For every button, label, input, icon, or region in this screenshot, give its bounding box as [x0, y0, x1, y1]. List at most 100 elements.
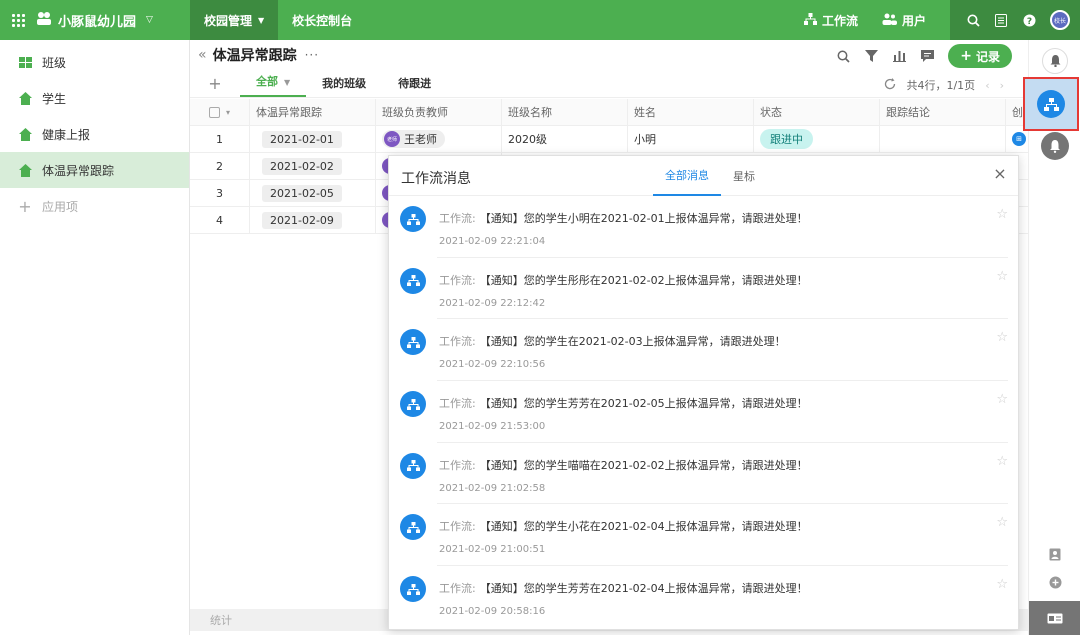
- star-icon[interactable]: ☆: [996, 515, 1008, 530]
- teacher-chip[interactable]: 老师 王老师: [382, 130, 445, 148]
- refresh-icon[interactable]: [884, 77, 896, 93]
- add-record-button[interactable]: + 记录: [948, 44, 1012, 68]
- comment-icon[interactable]: [920, 49, 934, 63]
- column-header[interactable]: 状态: [754, 99, 880, 125]
- conclusion-cell: [880, 126, 1006, 152]
- message-list: 工作流: 【通知】您的学生小明在2021-02-01上报体温异常，请跟进处理！ 2…: [389, 196, 1018, 628]
- prev-page-icon[interactable]: ‹: [985, 79, 989, 92]
- contacts-icon[interactable]: [1029, 548, 1080, 561]
- star-icon[interactable]: ☆: [996, 330, 1008, 345]
- workflow-link[interactable]: 工作流: [803, 12, 858, 29]
- message-time: 2021-02-09 21:02:58: [439, 482, 546, 494]
- org-switcher[interactable]: 小豚鼠幼儿园 ▽: [36, 11, 190, 30]
- column-header[interactable]: 姓名: [628, 99, 754, 125]
- tab-all[interactable]: 全部 ▼: [240, 73, 307, 97]
- workflow-messages-button[interactable]: [1023, 77, 1079, 131]
- message-item[interactable]: 工作流: 【通知】您的学生芳芳在2021-02-05上报体温异常，请跟进处理！ 2…: [400, 381, 1008, 443]
- chevron-down-icon: ▽: [146, 15, 153, 25]
- filter-icon[interactable]: [864, 49, 878, 63]
- more-options-icon[interactable]: ···: [305, 48, 319, 62]
- message-item[interactable]: 工作流: 【通知】您的学生芳芳在2021-02-04上报体温异常，请跟进处理！ 2…: [400, 566, 1008, 628]
- star-icon[interactable]: ☆: [996, 269, 1008, 284]
- chevron-down-icon[interactable]: ▾: [226, 108, 230, 117]
- date-value: 2021-02-02: [262, 157, 342, 175]
- star-icon[interactable]: ☆: [996, 454, 1008, 469]
- star-icon[interactable]: ☆: [996, 577, 1008, 592]
- select-all-checkbox[interactable]: [208, 106, 220, 118]
- user-avatar[interactable]: 校长: [1050, 10, 1070, 30]
- message-item[interactable]: 工作流: 【通知】您的学生小明在2021-02-01上报体温异常，请跟进处理！ 2…: [400, 196, 1008, 258]
- row-number: 4: [190, 207, 250, 233]
- star-icon[interactable]: ☆: [996, 207, 1008, 222]
- column-header[interactable]: 班级名称: [502, 99, 628, 125]
- popup-title: 工作流消息: [401, 171, 471, 187]
- sidebar-item-label: 健康上报: [42, 127, 91, 142]
- tab-starred[interactable]: 星标: [721, 156, 767, 196]
- column-header[interactable]: 班级负责教师: [376, 99, 502, 125]
- bell-icon[interactable]: [1042, 48, 1068, 74]
- sidebar-item-label: 体温异常跟踪: [42, 163, 115, 178]
- notification-bell-icon[interactable]: [1041, 132, 1069, 160]
- message-text: 【通知】您的学生彤彤在2021-02-02上报体温异常，请跟进处理！: [479, 273, 808, 287]
- close-icon[interactable]: ×: [992, 166, 1008, 182]
- tab-principal-console[interactable]: 校长控制台: [278, 0, 366, 40]
- table-row[interactable]: 1 2021-02-01 老师 王老师 2020级 小明 跟进中 ⊞: [190, 126, 1028, 153]
- sidebar-item-health-report[interactable]: 健康上报: [0, 116, 189, 152]
- help-icon[interactable]: ?: [1022, 13, 1036, 27]
- table-header: ▾ 体温异常跟踪 班级负责教师 班级名称 姓名 状态 跟踪结论 创: [190, 99, 1028, 126]
- star-icon[interactable]: ☆: [996, 392, 1008, 407]
- sidebar-item-temperature-tracking[interactable]: 体温异常跟踪: [0, 152, 189, 188]
- tab-my-class[interactable]: 我的班级: [306, 75, 382, 97]
- grid-table-icon: [18, 55, 32, 69]
- next-page-icon[interactable]: ›: [1000, 79, 1004, 92]
- column-header[interactable]: 跟踪结论: [880, 99, 1006, 125]
- message-time: 2021-02-09 21:53:00: [439, 421, 546, 433]
- row-number: 2: [190, 153, 250, 179]
- date-value: 2021-02-09: [262, 211, 342, 229]
- workflow-icon: [400, 206, 426, 232]
- message-source: 工作流:: [439, 582, 476, 596]
- collapse-sidebar-icon[interactable]: «: [198, 47, 207, 63]
- workflow-icon: [400, 329, 426, 356]
- avatar-text: 校长: [1053, 17, 1066, 25]
- users-link[interactable]: 用户: [882, 12, 926, 29]
- add-chat-icon[interactable]: [1029, 576, 1080, 589]
- sidebar-item-label: 应用项: [42, 199, 79, 214]
- search-icon[interactable]: [966, 13, 980, 27]
- users-icon: [882, 13, 897, 28]
- sidebar-item-students[interactable]: 学生: [0, 80, 189, 116]
- workflow-icon: [400, 391, 426, 418]
- apps-grid-icon[interactable]: [0, 0, 36, 40]
- message-time: 2021-02-09 20:58:16: [439, 606, 546, 618]
- workflow-icon: [1037, 90, 1065, 118]
- tab-all-messages[interactable]: 全部消息: [653, 156, 721, 196]
- message-time: 2021-02-09 22:21:04: [439, 236, 546, 247]
- tab-campus-management[interactable]: 校园管理 ▼: [190, 0, 279, 40]
- plus-icon: +: [18, 196, 32, 216]
- sidebar-item-classes[interactable]: 班级: [0, 44, 189, 80]
- card-icon[interactable]: [1029, 601, 1080, 635]
- bar-chart-icon[interactable]: [892, 49, 906, 63]
- workflow-messages-popup: 工作流消息 全部消息 星标 × 工作流: 【通知】您的学生小明在2021-02-0…: [388, 155, 1019, 630]
- message-source: 工作流:: [439, 335, 476, 349]
- message-item[interactable]: 工作流: 【通知】您的学生喵喵在2021-02-02上报体温异常，请跟进处理！ 2…: [400, 443, 1008, 505]
- add-view-icon[interactable]: +: [190, 74, 240, 97]
- stats-label: 统计: [210, 614, 232, 627]
- workflow-icon: [400, 452, 426, 479]
- message-item[interactable]: 工作流: 【通知】您的学生小花在2021-02-04上报体温异常，请跟进处理！ 2…: [400, 504, 1008, 567]
- tab-pending[interactable]: 待跟进: [382, 75, 447, 97]
- sidebar-item-label: 班级: [42, 55, 67, 70]
- search-icon[interactable]: [836, 49, 850, 63]
- caret-down-icon: ▼: [284, 78, 291, 87]
- column-header[interactable]: 体温异常跟踪: [250, 99, 376, 125]
- message-text: 【通知】您的学生芳芳在2021-02-04上报体温异常，请跟进处理！: [479, 582, 808, 596]
- message-item[interactable]: 工作流: 【通知】您的学生彤彤在2021-02-02上报体温异常，请跟进处理！ 2…: [400, 258, 1008, 320]
- message-text: 【通知】您的学生小明在2021-02-01上报体温异常，请跟进处理！: [479, 212, 808, 225]
- message-item[interactable]: 工作流: 【通知】您的学生在2021-02-03上报体温异常，请跟进处理！ 202…: [400, 319, 1008, 382]
- tab-label: 全部: [256, 75, 278, 88]
- users-label: 用户: [901, 13, 926, 28]
- message-text: 【通知】您的学生在2021-02-03上报体温异常，请跟进处理！: [479, 335, 786, 349]
- sidebar-item-add-app[interactable]: + 应用项: [0, 188, 189, 224]
- tab-label: 校长控制台: [292, 13, 353, 28]
- document-icon[interactable]: [994, 13, 1008, 27]
